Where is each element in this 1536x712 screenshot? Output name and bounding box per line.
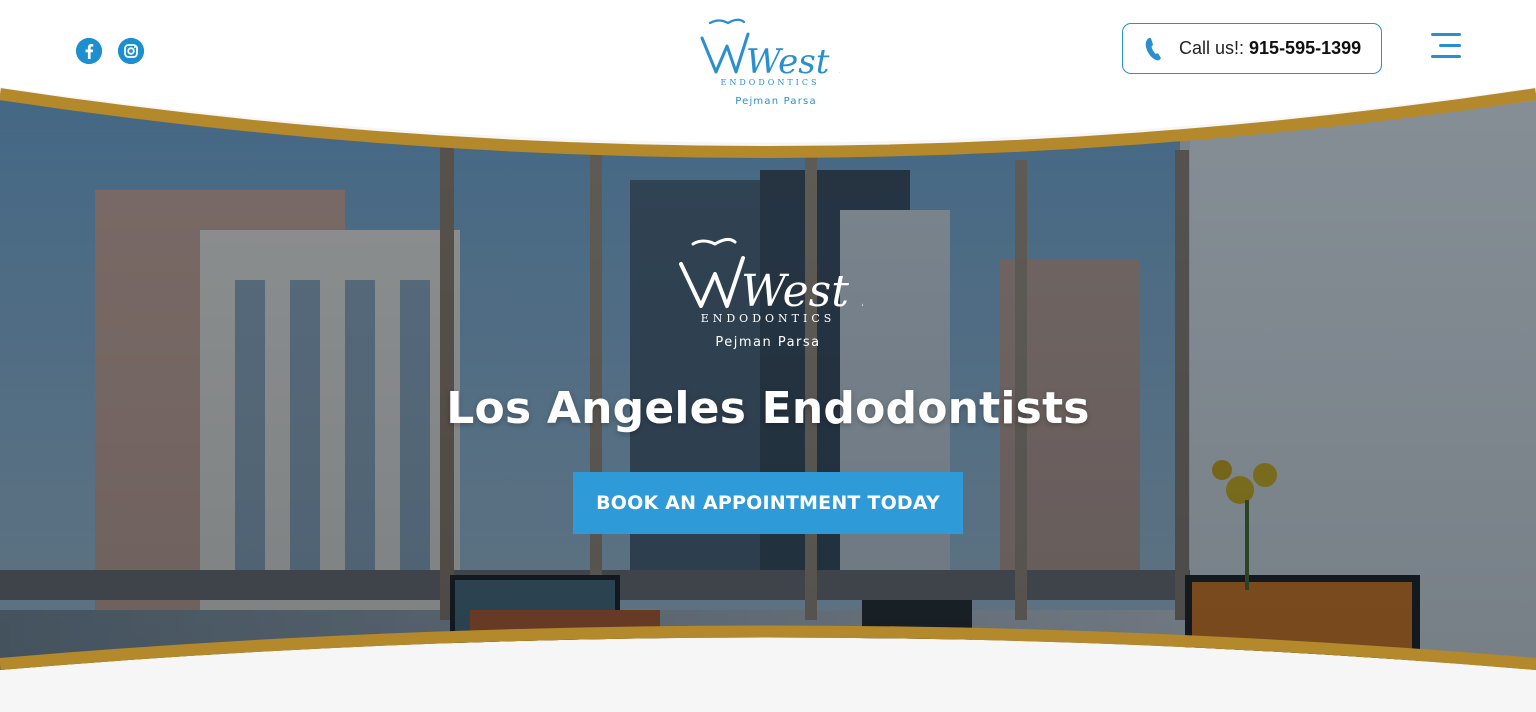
call-label: Call us!: [1179, 38, 1245, 58]
instagram-icon[interactable] [118, 38, 144, 64]
logo-sub: ENDODONTICS [721, 78, 820, 87]
hero-title: Los Angeles Endodontists [446, 383, 1090, 434]
call-us-button[interactable]: Call us!: 915-595-1399 [1122, 23, 1382, 74]
hero-content: West LA ENDODONTICS Pejman Parsa Los Ang… [0, 236, 1536, 534]
hero-logo: West LA ENDODONTICS Pejman Parsa [679, 237, 863, 350]
hero-logo-brand: West LA [741, 266, 863, 317]
hero-logo-sub: ENDODONTICS [701, 312, 836, 325]
phone-icon [1145, 37, 1161, 60]
logo-brand: West LA [746, 42, 840, 82]
phone-number: 915-595-1399 [1249, 38, 1362, 58]
facebook-icon[interactable] [76, 38, 102, 64]
hero-logo-doctor: Pejman Parsa [715, 335, 820, 350]
social-links [76, 38, 144, 64]
logo-doctor: Pejman Parsa [735, 96, 817, 107]
hamburger-menu-icon[interactable] [1431, 33, 1461, 59]
book-appointment-button[interactable]: BOOK AN APPOINTMENT TODAY [573, 472, 963, 534]
page: West LA ENDODONTICS Pejman Parsa Los Ang… [0, 0, 1536, 712]
site-logo[interactable]: West LA ENDODONTICS Pejman Parsa [698, 18, 840, 110]
